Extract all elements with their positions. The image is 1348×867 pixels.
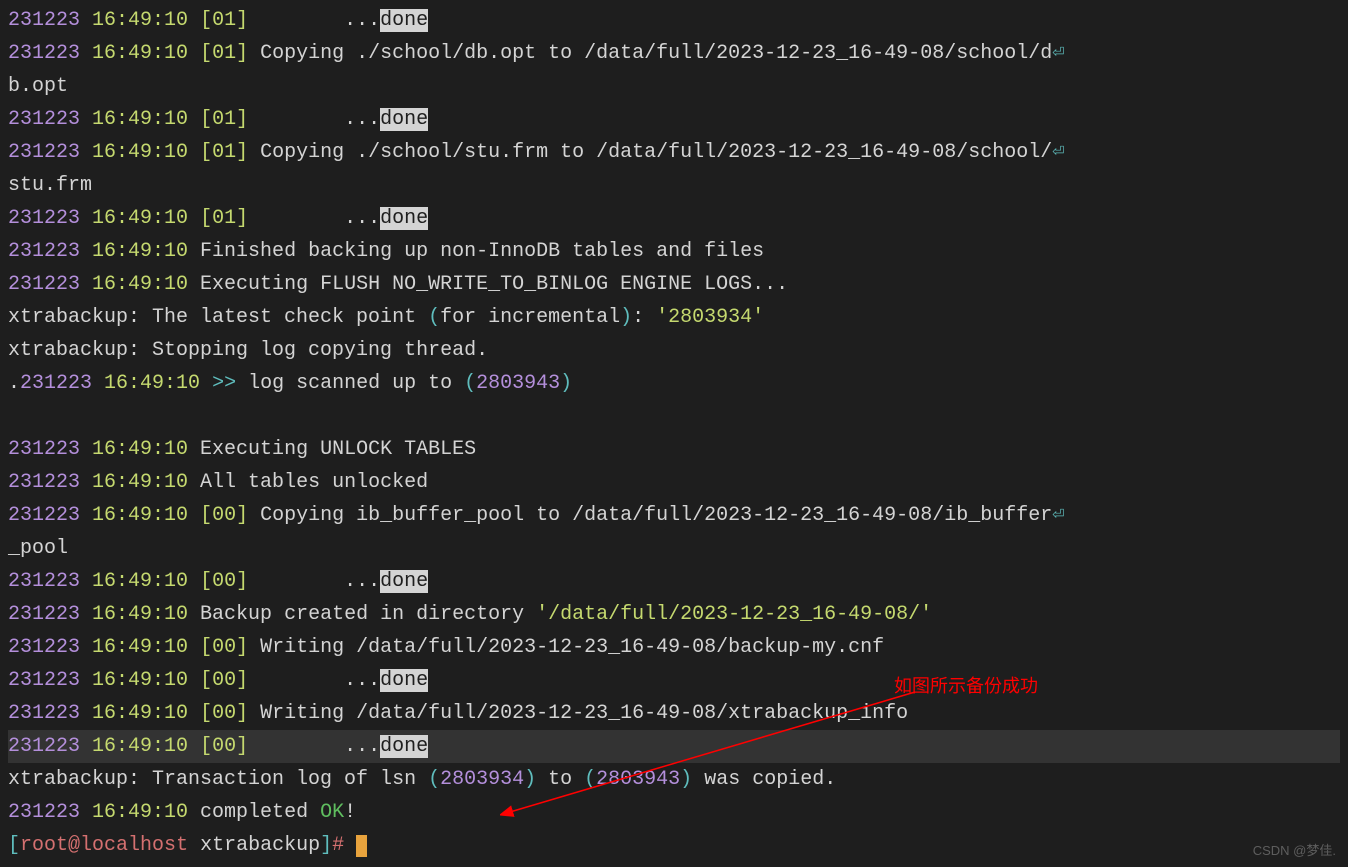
log-line: b.opt: [8, 70, 1340, 103]
watermark: CSDN @梦佳.: [1253, 840, 1336, 861]
log-line: 231223 16:49:10 [01] Copying ./school/db…: [8, 37, 1340, 70]
log-line: 231223 16:49:10 Finished backing up non-…: [8, 235, 1340, 268]
log-line: 231223 16:49:10 Executing UNLOCK TABLES: [8, 433, 1340, 466]
log-line: 231223 16:49:10 completed OK!: [8, 796, 1340, 829]
log-line: _pool: [8, 532, 1340, 565]
log-line: 231223 16:49:10 [00] Copying ib_buffer_p…: [8, 499, 1340, 532]
log-line: .231223 16:49:10 >> log scanned up to (2…: [8, 367, 1340, 400]
log-line: 231223 16:49:10 [00] ...done: [8, 664, 1340, 697]
log-line: 231223 16:49:10 [00] Writing /data/full/…: [8, 631, 1340, 664]
cursor-icon: [356, 835, 367, 857]
log-line: 231223 16:49:10 Executing FLUSH NO_WRITE…: [8, 268, 1340, 301]
shell-prompt[interactable]: [root@localhost xtrabackup]#: [8, 829, 1340, 862]
log-line: 231223 16:49:10 [01] ...done: [8, 103, 1340, 136]
log-line: 231223 16:49:10 [01] ...done: [8, 4, 1340, 37]
log-line: 231223 16:49:10 [00] ...done: [8, 730, 1340, 763]
terminal-output[interactable]: 231223 16:49:10 [01] ...done231223 16:49…: [8, 4, 1340, 862]
log-line: 231223 16:49:10 [01] Copying ./school/st…: [8, 136, 1340, 169]
log-line: [8, 400, 1340, 433]
log-line: 231223 16:49:10 [00] Writing /data/full/…: [8, 697, 1340, 730]
log-line: xtrabackup: Stopping log copying thread.: [8, 334, 1340, 367]
log-line: 231223 16:49:10 [01] ...done: [8, 202, 1340, 235]
log-line: xtrabackup: Transaction log of lsn (2803…: [8, 763, 1340, 796]
log-line: 231223 16:49:10 Backup created in direct…: [8, 598, 1340, 631]
log-line: stu.frm: [8, 169, 1340, 202]
log-line: xtrabackup: The latest check point (for …: [8, 301, 1340, 334]
log-line: 231223 16:49:10 All tables unlocked: [8, 466, 1340, 499]
log-line: 231223 16:49:10 [00] ...done: [8, 565, 1340, 598]
